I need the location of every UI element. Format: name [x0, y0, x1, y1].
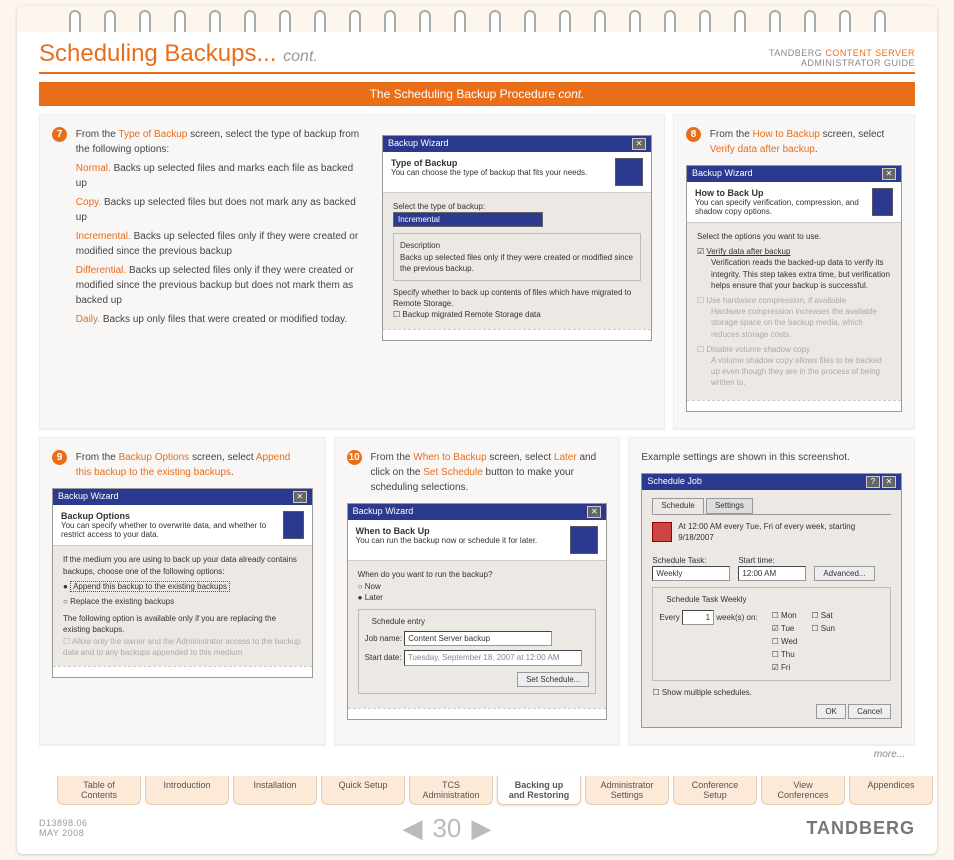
every-weeks-field[interactable]: 1 — [682, 610, 714, 625]
next-page-arrow[interactable]: ▶ — [471, 813, 491, 844]
remote-storage-checkbox[interactable]: Backup migrated Remote Storage data — [393, 309, 641, 320]
page-number: 30 — [432, 813, 461, 844]
nav-tab[interactable]: Installation — [233, 776, 317, 805]
day-sat[interactable]: Sat — [811, 610, 835, 621]
run-now-radio[interactable]: Now — [358, 581, 597, 592]
schedule-job-dialog: Schedule Job?✕ Schedule Settings At 12:0… — [641, 473, 902, 727]
brand-logo: TANDBERG — [806, 818, 915, 839]
nav-tab[interactable]: Quick Setup — [321, 776, 405, 805]
step-7-card: 7 From the Type of Backup screen, select… — [39, 114, 665, 429]
how-to-backup-dialog: Backup Wizard✕ How to Back UpYou can spe… — [686, 165, 902, 412]
run-later-radio[interactable]: Later — [358, 592, 597, 603]
wizard-icon — [872, 188, 893, 216]
replace-backup-radio[interactable]: Replace the existing backups — [63, 596, 302, 607]
verify-data-checkbox[interactable]: Verify data after backup — [697, 247, 790, 256]
show-multiple-checkbox[interactable]: Show multiple schedules. — [652, 687, 891, 698]
advanced-button[interactable]: Advanced... — [814, 566, 874, 581]
step-number-10: 10 — [347, 450, 362, 465]
day-fri[interactable]: Fri — [772, 662, 798, 673]
help-icon[interactable]: ? — [866, 476, 880, 488]
page-nav: ◀ 30 ▶ — [402, 813, 491, 844]
day-tue[interactable]: Tue — [772, 623, 798, 634]
nav-tab[interactable]: Table of Contents — [57, 776, 141, 805]
disable-shadow-checkbox: Disable volume shadow copy — [697, 345, 810, 354]
job-name-field[interactable]: Content Server backup — [404, 631, 552, 646]
step-number-9: 9 — [52, 450, 67, 465]
wizard-icon — [570, 526, 598, 554]
spiral-binding — [17, 6, 937, 32]
step-8-card: 8 From the How to Backup screen, select … — [673, 114, 915, 429]
backup-type-dropdown[interactable]: Incremental — [393, 212, 543, 227]
day-mon[interactable]: Mon — [772, 610, 798, 621]
start-time-field[interactable]: 12:00 AM — [738, 566, 806, 581]
settings-tab[interactable]: Settings — [706, 498, 753, 513]
wizard-icon — [615, 158, 643, 186]
nav-tab[interactable]: Administrator Settings — [585, 776, 669, 805]
nav-tab[interactable]: Conference Setup — [673, 776, 757, 805]
start-date-field: Tuesday, September 18, 2007 at 12:00 AM — [404, 650, 582, 665]
day-sun[interactable]: Sun — [811, 623, 835, 634]
close-icon[interactable]: ✕ — [882, 168, 896, 180]
close-icon[interactable]: ✕ — [587, 506, 601, 518]
doc-meta: D13898.06 MAY 2008 — [39, 818, 88, 838]
day-wed[interactable]: Wed — [772, 636, 798, 647]
owner-access-checkbox: Allow only the owner and the Administrat… — [63, 636, 302, 658]
append-backup-radio[interactable]: Append this backup to the existing backu… — [63, 581, 302, 592]
backup-options-dialog: Backup Wizard✕ Backup OptionsYou can spe… — [52, 488, 313, 678]
type-of-backup-dialog: Backup Wizard✕ Type of BackupYou can cho… — [382, 135, 652, 341]
nav-tab[interactable]: View Conferences — [761, 776, 845, 805]
close-icon[interactable]: ✕ — [632, 138, 646, 150]
nav-tab[interactable]: TCS Administration — [409, 776, 493, 805]
close-icon[interactable]: ✕ — [882, 476, 896, 488]
nav-tabs: Table of ContentsIntroductionInstallatio… — [17, 770, 937, 809]
step-11-card: Example settings are shown in this scree… — [628, 437, 915, 744]
prev-page-arrow[interactable]: ◀ — [402, 813, 422, 844]
schedule-tab[interactable]: Schedule — [652, 498, 703, 513]
cancel-button[interactable]: Cancel — [848, 704, 891, 719]
step-number-7: 7 — [52, 127, 67, 142]
schedule-task-select[interactable]: Weekly — [652, 566, 730, 581]
when-to-backup-dialog: Backup Wizard✕ When to Back UpYou can ru… — [347, 503, 608, 719]
ok-button[interactable]: OK — [816, 704, 846, 719]
section-band: The Scheduling Backup Procedure cont. — [39, 82, 915, 106]
nav-tab[interactable]: Backing up and Restoring — [497, 776, 581, 805]
close-icon[interactable]: ✕ — [293, 491, 307, 503]
set-schedule-button[interactable]: Set Schedule... — [517, 672, 589, 687]
step-9-card: 9 From the Backup Options screen, select… — [39, 437, 326, 744]
doc-label: TANDBERG CONTENT SERVER ADMINISTRATOR GU… — [769, 48, 915, 68]
step-10-card: 10 From the When to Backup screen, selec… — [334, 437, 621, 744]
more-link[interactable]: more... — [39, 745, 915, 760]
step-number-8: 8 — [686, 127, 701, 142]
nav-tab[interactable]: Appendices — [849, 776, 933, 805]
calendar-icon — [652, 522, 672, 542]
nav-tab[interactable]: Introduction — [145, 776, 229, 805]
page-title: Scheduling Backups... cont. — [39, 40, 318, 68]
wizard-icon — [283, 511, 304, 539]
hw-compression-checkbox: Use hardware compression, if available — [697, 296, 846, 305]
day-thu[interactable]: Thu — [772, 649, 798, 660]
